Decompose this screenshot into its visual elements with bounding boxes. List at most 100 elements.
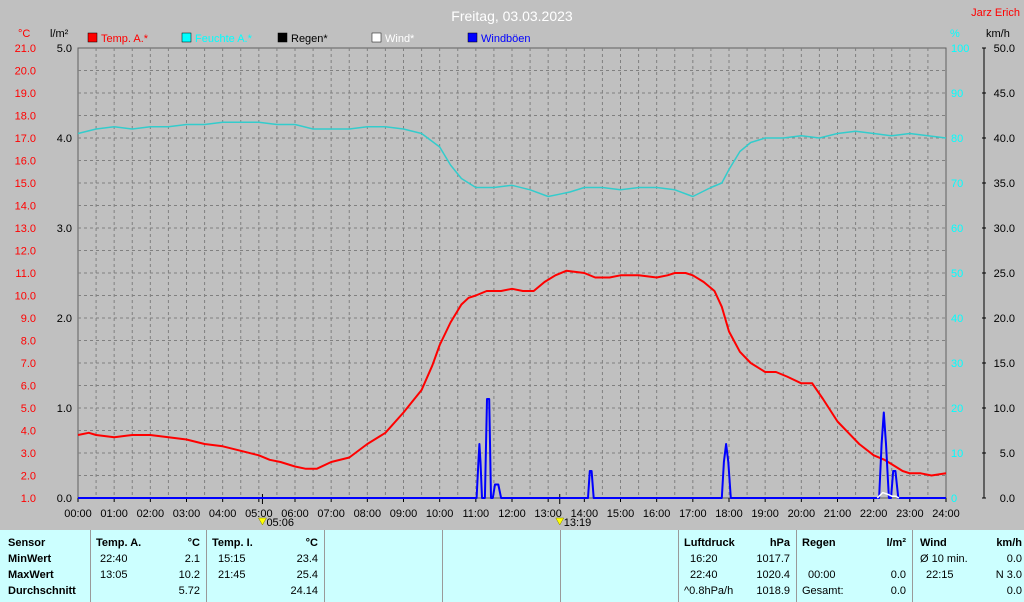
wind-tick-label: 10.0 [994, 403, 1015, 415]
pressure-min-time: 16:20 [690, 553, 718, 565]
wind-tick-label: 45.0 [994, 88, 1015, 100]
x-tick-label: 10:00 [426, 508, 454, 520]
wind-max-value: N 3.0 [995, 569, 1022, 581]
stats-empty-3 [560, 530, 679, 602]
wind-header: Wind [920, 537, 947, 549]
temp-tick-label: 10.0 [15, 291, 36, 303]
x-tick-label: 24:00 [932, 508, 960, 520]
wind-tick-label: 35.0 [994, 178, 1015, 190]
temp-outdoor-min-time: 22:40 [100, 553, 128, 565]
humidity-tick-label: 100 [951, 43, 969, 55]
humidity-tick-label: 50 [951, 268, 963, 280]
rain-total-value: 0.0 [890, 585, 906, 597]
wind-tick-label: 15.0 [994, 358, 1015, 370]
x-tick-label: 22:00 [860, 508, 888, 520]
pressure-unit: hPa [769, 537, 790, 549]
temp-tick-label: 1.0 [21, 493, 36, 505]
wind-tick-label: 30.0 [994, 223, 1015, 235]
temp-outdoor-unit: °C [187, 537, 200, 549]
humidity-tick-label: 10 [951, 448, 963, 460]
rain-max-time: 00:00 [808, 569, 836, 581]
legend-label: Feuchte A.* [195, 33, 253, 45]
temp-tick-label: 21.0 [15, 43, 36, 55]
x-tick-label: 01:00 [100, 508, 128, 520]
temp-tick-label: 5.0 [21, 403, 36, 415]
rain-tick-label: 3.0 [57, 223, 72, 235]
temp-axis-unit: °C [18, 28, 30, 40]
legend-swatch [87, 32, 98, 43]
x-tick-label: 21:00 [824, 508, 852, 520]
wind-tick-label: 40.0 [994, 133, 1015, 145]
wind-tick-label: 25.0 [994, 268, 1015, 280]
temp-tick-label: 12.0 [15, 246, 36, 258]
temp-indoor-header: Temp. I. [212, 537, 253, 549]
x-tick-label: 23:00 [896, 508, 924, 520]
temp-tick-label: 7.0 [21, 358, 36, 370]
legend-label: Windböen [481, 33, 531, 45]
rain-total-label: Gesamt: [802, 585, 844, 597]
rain-axis-unit: l/m² [50, 28, 69, 40]
max-label: MaxWert [8, 569, 54, 581]
x-tick-label: 17:00 [679, 508, 707, 520]
x-tick-label: 11:00 [462, 508, 489, 520]
temp-indoor-max-time: 21:45 [218, 569, 246, 581]
temp-tick-label: 16.0 [15, 156, 36, 168]
humidity-tick-label: 70 [951, 178, 963, 190]
wind-avg-value: 0.0 [1006, 585, 1022, 597]
x-tick-label: 12:00 [498, 508, 526, 520]
wind-tick-label: 0.0 [1000, 493, 1015, 505]
legend-swatch [371, 32, 382, 43]
sun-marker-label: 05:06 [266, 517, 294, 529]
x-tick-label: 04:00 [209, 508, 237, 520]
wind-tick-label: 20.0 [994, 313, 1015, 325]
temp-outdoor-header: Temp. A. [96, 537, 142, 549]
temp-indoor-max-value: 25.4 [296, 569, 318, 581]
temp-tick-label: 4.0 [21, 426, 36, 438]
wind-avg10-label: Ø 10 min. [920, 553, 968, 565]
temp-indoor-unit: °C [305, 537, 318, 549]
wind-unit: km/h [996, 537, 1022, 549]
wind-axis-unit: km/h [986, 28, 1010, 40]
rain-tick-label: 4.0 [57, 133, 72, 145]
rain-max-value: 0.0 [890, 569, 906, 581]
x-tick-label: 07:00 [317, 508, 345, 520]
x-tick-label: 08:00 [354, 508, 382, 520]
stats-temp-indoor: Temp. I. °C 15:15 23.4 21:45 25.4 24.14 [206, 530, 325, 602]
temp-tick-label: 11.0 [15, 268, 36, 280]
sun-marker-label: 13:19 [564, 517, 592, 529]
temp-tick-label: 3.0 [21, 448, 36, 460]
temp-tick-label: 18.0 [15, 111, 36, 123]
temp-tick-label: 14.0 [15, 201, 36, 213]
pressure-max-value: 1020.4 [756, 569, 790, 581]
x-tick-label: 00:00 [64, 508, 92, 520]
temp-outdoor-max-value: 10.2 [178, 569, 200, 581]
rain-tick-label: 0.0 [57, 493, 72, 505]
legend-swatch [467, 32, 478, 43]
min-label: MinWert [8, 553, 52, 565]
weather-chart: Freitag, 03.03.2023 Jarz Erich °C l/m²% km/h… [0, 0, 1024, 530]
rain-header: Regen [802, 537, 836, 549]
legend-label: Wind* [385, 33, 415, 45]
stats-wind: Wind km/h Ø 10 min. 0.0 22:15 N 3.0 0.0 [912, 530, 1024, 602]
stats-empty-2 [442, 530, 561, 602]
humidity-tick-label: 30 [951, 358, 963, 370]
rain-tick-label: 5.0 [57, 43, 72, 55]
x-tick-label: 19:00 [751, 508, 779, 520]
humidity-tick-label: 40 [951, 313, 963, 325]
temp-tick-label: 2.0 [21, 471, 36, 483]
pressure-max-time: 22:40 [690, 569, 718, 581]
temp-outdoor-max-time: 13:05 [100, 569, 128, 581]
temp-indoor-min-time: 15:15 [218, 553, 246, 565]
temp-tick-label: 20.0 [15, 66, 36, 78]
humidity-tick-label: 60 [951, 223, 963, 235]
legend-label: Temp. A.* [101, 33, 149, 45]
temp-tick-label: 9.0 [21, 313, 36, 325]
stats-temp-outdoor: Temp. A. °C 22:40 2.1 13:05 10.2 5.72 [90, 530, 207, 602]
humidity-tick-label: 80 [951, 133, 963, 145]
stats-sensor-column: Sensor MinWert MaxWert Durchschnitt [0, 530, 91, 602]
wind-tick-label: 50.0 [994, 43, 1015, 55]
temp-tick-label: 19.0 [15, 88, 36, 100]
pressure-header: Luftdruck [684, 537, 735, 549]
pressure-avg-value: 1018.9 [756, 585, 790, 597]
chart-credit: Jarz Erich [971, 7, 1020, 19]
